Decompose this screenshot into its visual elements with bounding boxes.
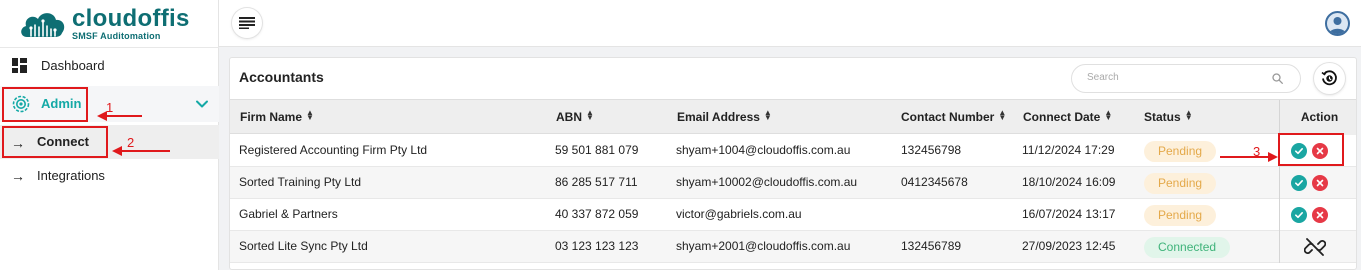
column-header-contact[interactable]: Contact Number ▲ ▼ <box>901 109 1006 125</box>
app-root: cloudoffis SMSF Auditomation Dashboard A… <box>0 0 1361 270</box>
search-input[interactable] <box>1087 72 1267 83</box>
annotation-label-2: 2 <box>127 135 135 150</box>
annotation-arrow-3 <box>1220 156 1270 158</box>
close-icon <box>1316 211 1324 219</box>
cell-abn: 03 123 123 123 <box>555 239 639 253</box>
sort-icon[interactable]: ▲ ▼ <box>1104 109 1112 122</box>
brand-logo[interactable]: cloudoffis SMSF Auditomation <box>18 6 190 42</box>
card-title: Accountants <box>239 69 324 85</box>
arrow-right-icon: → <box>11 135 25 151</box>
cell-contact: 132456798 <box>901 143 962 157</box>
arrow-right-icon: → <box>11 168 25 184</box>
search-icon[interactable] <box>1272 73 1283 84</box>
annotation-label-1: 1 <box>106 100 114 115</box>
top-bar <box>219 0 1361 47</box>
status-badge: Pending <box>1144 141 1217 162</box>
reject-button[interactable] <box>1312 207 1328 223</box>
table-row: Sorted Lite Sync Pty Ltd 03 123 123 123 … <box>230 231 1356 263</box>
cell-firm-name: Registered Accounting Firm Pty Ltd <box>239 143 428 157</box>
status-badge: Pending <box>1144 173 1217 194</box>
gear-icon <box>12 95 30 113</box>
sidebar-item-label: Integrations <box>37 168 105 183</box>
cell-connect-date: 27/09/2023 12:45 <box>1022 239 1116 253</box>
sidebar-item-label: Admin <box>41 96 82 111</box>
cell-email: victor@gabriels.com.au <box>676 207 802 221</box>
chevron-down-icon[interactable] <box>195 97 209 111</box>
cell-email: shyam+2001@cloudoffis.com.au <box>676 239 851 253</box>
annotation-label-3: 3 <box>1253 144 1261 159</box>
cell-connect-date: 18/10/2024 16:09 <box>1022 175 1116 189</box>
action-cell <box>1279 167 1356 199</box>
sidebar-divider <box>0 47 219 48</box>
cell-email: shyam+1004@cloudoffis.com.au <box>676 143 851 157</box>
cell-firm-name: Gabriel & Partners <box>239 207 338 221</box>
table-header: Firm Name ▲ ▼ ABN ▲ ▼ Email Address ▲ ▼ Contac… <box>230 99 1356 135</box>
table-row: Gabriel & Partners 40 337 872 059 victor… <box>230 199 1356 231</box>
reject-button[interactable] <box>1312 175 1328 191</box>
menu-toggle-button[interactable] <box>232 8 262 38</box>
dashboard-grid-icon <box>12 57 27 73</box>
column-header-email[interactable]: Email Address ▲ ▼ <box>677 109 772 125</box>
table-row: Registered Accounting Firm Pty Ltd 59 50… <box>230 135 1356 167</box>
cell-abn: 86 285 517 711 <box>555 175 638 189</box>
status-badge: Pending <box>1144 205 1217 226</box>
cell-connect-date: 16/07/2024 13:17 <box>1022 207 1116 221</box>
brand-name: cloudoffis <box>72 5 190 32</box>
annotation-box-3 <box>1278 133 1344 166</box>
history-button[interactable] <box>1314 63 1345 94</box>
disconnect-link-icon[interactable] <box>1304 237 1326 257</box>
search-box[interactable] <box>1071 64 1301 93</box>
approve-button[interactable] <box>1291 175 1307 191</box>
sidebar-item-dashboard[interactable]: Dashboard <box>0 52 219 78</box>
sidebar-item-label: Dashboard <box>41 57 105 73</box>
annotation-arrow-1 <box>106 115 142 117</box>
cloud-logo-icon <box>18 7 68 41</box>
history-clock-icon <box>1321 70 1337 86</box>
cell-contact: 0412345678 <box>901 175 968 189</box>
cell-abn: 40 337 872 059 <box>555 207 639 221</box>
action-cell <box>1279 199 1356 231</box>
cell-firm-name: Sorted Lite Sync Pty Ltd <box>239 239 368 253</box>
check-icon <box>1295 212 1303 219</box>
action-cell <box>1279 231 1356 263</box>
hamburger-menu-icon <box>239 17 255 29</box>
sidebar-item-integrations[interactable]: → Integrations <box>0 163 219 189</box>
annotation-arrow-2 <box>121 150 170 152</box>
brand-tagline: SMSF Auditomation <box>72 31 161 41</box>
status-badge: Connected <box>1144 237 1231 258</box>
sidebar-item-label: Connect <box>37 134 89 149</box>
check-icon <box>1295 180 1303 187</box>
approve-button[interactable] <box>1291 207 1307 223</box>
sort-icon[interactable]: ▲ ▼ <box>998 109 1006 122</box>
cell-abn: 59 501 881 079 <box>555 143 639 157</box>
column-header-abn[interactable]: ABN ▲ ▼ <box>556 109 594 125</box>
annotation-arrow-3-head <box>1268 152 1278 162</box>
cell-connect-date: 11/12/2024 17:29 <box>1022 143 1115 157</box>
table-row: Sorted Training Pty Ltd 86 285 517 711 s… <box>230 167 1356 199</box>
sort-icon[interactable]: ▲ ▼ <box>1185 109 1193 122</box>
sort-icon[interactable]: ▲ ▼ <box>764 109 772 122</box>
user-avatar-icon[interactable] <box>1325 11 1350 36</box>
sidebar: cloudoffis SMSF Auditomation Dashboard A… <box>0 0 219 270</box>
column-header-connect-date[interactable]: Connect Date ▲ ▼ <box>1023 109 1112 125</box>
cell-email: shyam+10002@cloudoffis.com.au <box>676 175 858 189</box>
sidebar-item-connect[interactable]: → Connect <box>0 125 219 159</box>
column-header-firm-name[interactable]: Firm Name ▲ ▼ <box>240 109 314 125</box>
sort-icon[interactable]: ▲ ▼ <box>586 109 594 122</box>
column-header-action: Action <box>1279 100 1356 135</box>
column-header-status[interactable]: Status ▲ ▼ <box>1144 109 1193 125</box>
accountants-card: Accountants Firm Name▲▼ ABN▲▼ Email Addr… <box>229 57 1357 270</box>
cell-firm-name: Sorted Training Pty Ltd <box>239 175 362 189</box>
close-icon <box>1316 179 1324 187</box>
cell-contact: 132456789 <box>901 239 962 253</box>
sort-icon[interactable]: ▲ ▼ <box>306 109 314 122</box>
